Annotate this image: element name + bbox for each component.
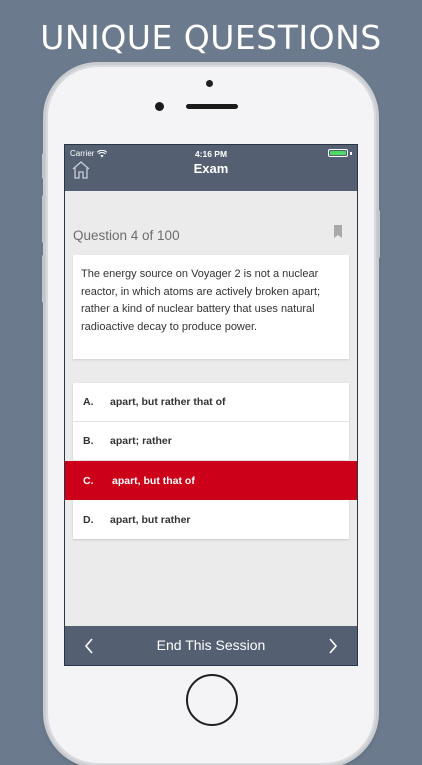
answer-text: apart, but rather [110,513,191,526]
navigation-bar: Carrier 4:16 PM Exam [65,145,357,191]
battery-icon [328,149,348,157]
answer-option-c[interactable]: C. apart, but that of [65,461,357,500]
answer-option-d[interactable]: D. apart, but rather [73,500,349,539]
battery-cap [350,152,352,155]
status-bar: Carrier 4:16 PM [65,147,357,160]
front-camera [206,80,213,87]
chevron-right-icon[interactable] [326,637,340,655]
end-session-button[interactable]: End This Session [65,626,357,665]
phone-power-button [377,210,380,258]
answer-letter: A. [83,396,94,408]
phone-frame: Carrier 4:16 PM Exam Question 4 of 100 T… [42,65,380,765]
nav-title: Exam [193,161,229,176]
proximity-sensor [155,102,164,111]
app-screen: Carrier 4:16 PM Exam Question 4 of 100 T… [64,144,358,666]
phone-volume-up [42,195,45,243]
answer-list: A. apart, but rather that of B. apart; r… [65,383,357,539]
phone-volume-down [42,255,45,303]
answer-letter: B. [83,435,94,447]
phone-mute-switch [42,153,45,179]
answer-letter: D. [83,513,94,526]
answer-text: apart, but that of [112,474,195,487]
status-time: 4:16 PM [194,149,228,159]
promo-title: UNIQUE QUESTIONS [40,18,382,57]
answer-letter: C. [83,474,94,487]
answer-option-b[interactable]: B. apart; rather [73,422,349,461]
question-text: The energy source on Voyager 2 is not a … [81,268,321,333]
bookmark-icon[interactable] [333,225,343,239]
question-header: Question 4 of 100 [73,225,349,247]
answer-text: apart; rather [110,435,172,447]
question-counter: Question 4 of 100 [73,228,180,243]
question-card: The energy source on Voyager 2 is not a … [73,255,349,359]
chevron-left-icon[interactable] [82,637,96,655]
earpiece-speaker [186,104,238,109]
bottom-bar: End This Session [65,626,357,665]
answer-text: apart, but rather that of [110,396,226,408]
answer-option-a[interactable]: A. apart, but rather that of [73,383,349,422]
phone-home-button[interactable] [186,674,238,726]
